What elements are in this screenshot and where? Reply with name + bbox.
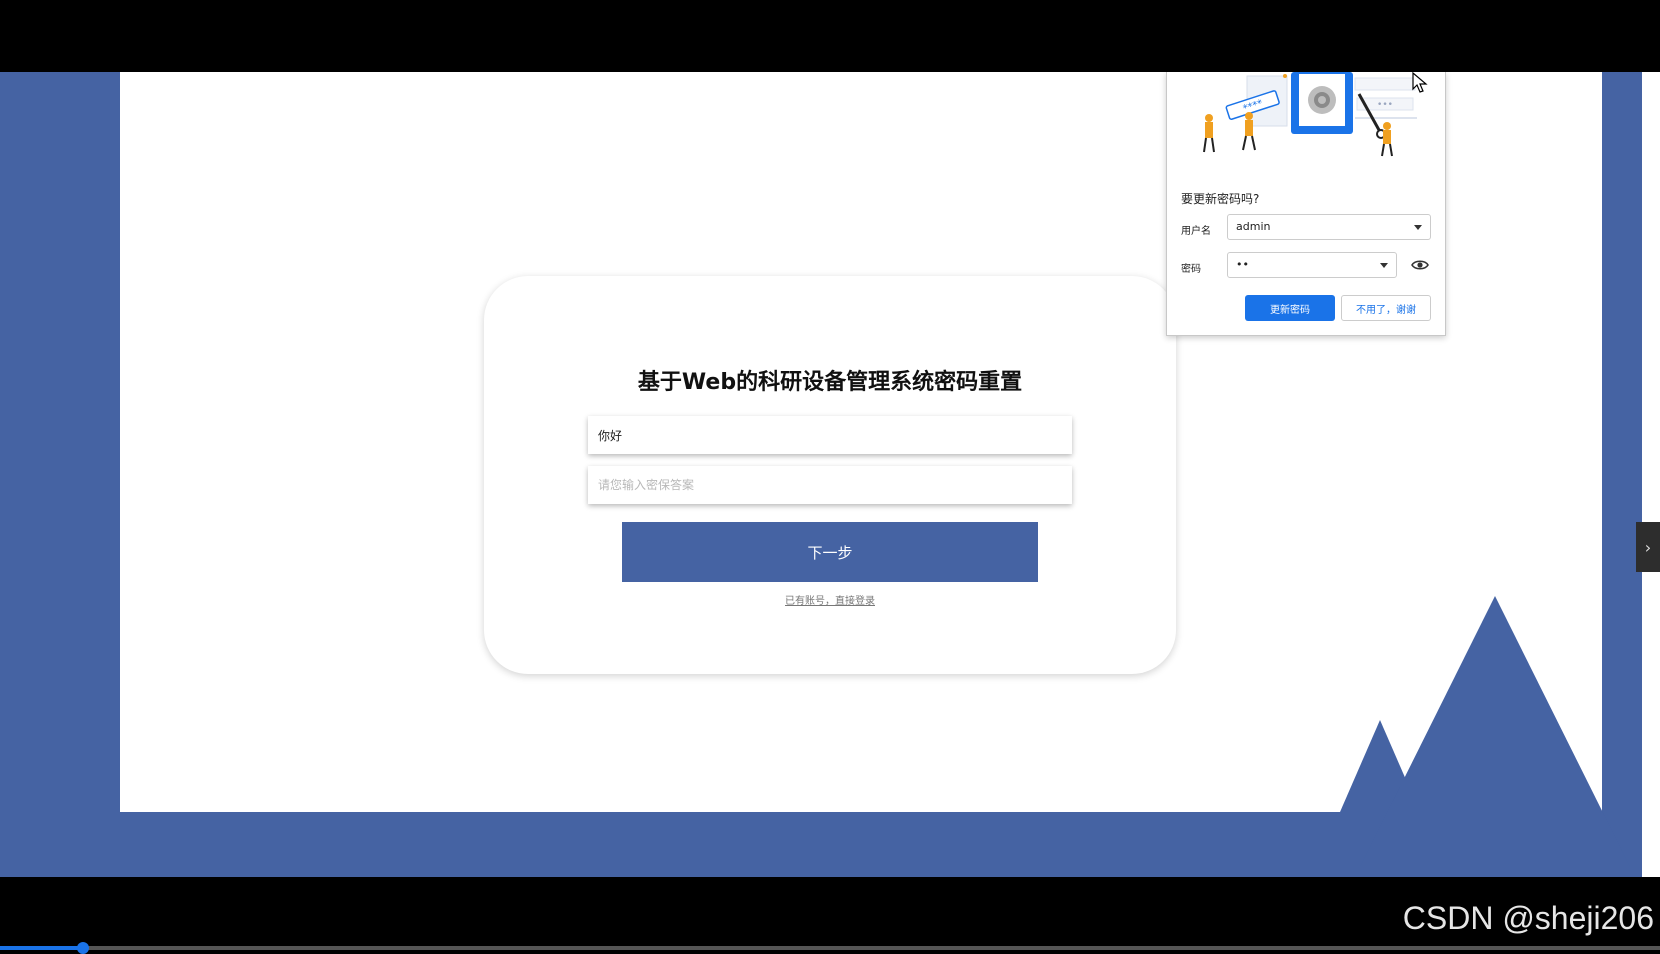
dots-label: ••• <box>1377 100 1393 110</box>
next-step-button[interactable]: 下一步 <box>622 522 1038 582</box>
username-label: 用户名 <box>1181 226 1211 237</box>
video-progress-bar[interactable] <box>0 942 1660 954</box>
watermark: CSDN @sheji206 <box>1402 900 1654 936</box>
username-value: admin <box>1236 220 1271 233</box>
video-progress-fill <box>0 946 83 950</box>
eye-icon[interactable] <box>1411 256 1429 274</box>
chevron-right-icon: › <box>1644 537 1652 557</box>
side-panel-toggle[interactable]: › <box>1636 522 1660 572</box>
page-title: 基于Web的科研设备管理系统密码重置 <box>637 370 1023 395</box>
caret-down-icon <box>1380 263 1388 268</box>
reset-card: 基于Web的科研设备管理系统密码重置 下一步 已有账号，直接登录 <box>484 276 1176 674</box>
mouse-cursor-icon <box>1412 72 1428 93</box>
security-answer-input[interactable] <box>588 466 1072 504</box>
username-dropdown[interactable]: admin <box>1227 214 1431 240</box>
update-password-popup: ••• **** 要更新密码吗? 用户名 admin 密码 •• 更新密码 不用… <box>1166 72 1446 336</box>
password-illustration: ••• **** <box>1203 72 1417 157</box>
no-thanks-button[interactable]: 不用了，谢谢 <box>1341 295 1431 321</box>
right-edge-strip <box>1642 72 1660 877</box>
security-question-field[interactable] <box>588 416 1072 454</box>
login-link[interactable]: 已有账号，直接登录 <box>484 592 1176 607</box>
video-progress-handle[interactable] <box>77 942 89 954</box>
password-value: •• <box>1236 258 1249 271</box>
caret-down-icon <box>1414 225 1422 230</box>
large-triangle-decoration <box>1355 596 1635 877</box>
password-dropdown[interactable]: •• <box>1227 252 1397 278</box>
password-label: 密码 <box>1181 264 1201 275</box>
update-password-button[interactable]: 更新密码 <box>1245 295 1335 321</box>
popup-title: 要更新密码吗? <box>1181 192 1260 206</box>
